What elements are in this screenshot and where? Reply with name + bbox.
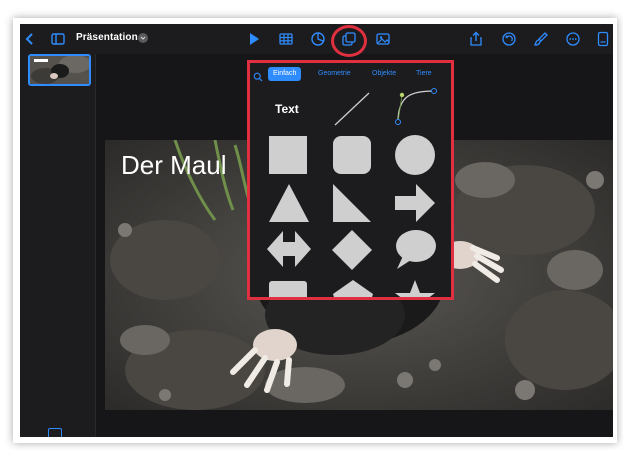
- toolbar: Präsentation: [20, 24, 613, 54]
- tab-einfach[interactable]: Einfach: [268, 67, 302, 81]
- chevron-left-icon[interactable]: [22, 31, 38, 47]
- media-icon[interactable]: [375, 31, 391, 47]
- search-icon[interactable]: [253, 69, 263, 82]
- shapes-button-highlight: [331, 25, 367, 57]
- slide-navigator: [20, 54, 96, 437]
- shape-square[interactable]: [268, 135, 308, 175]
- table-icon[interactable]: [278, 31, 294, 47]
- undo-icon[interactable]: [501, 31, 517, 47]
- shape-text-item[interactable]: Text: [275, 102, 299, 116]
- shape-line[interactable]: [332, 89, 372, 129]
- shape-double-arrow[interactable]: [266, 229, 312, 269]
- shape-pentagon[interactable]: [332, 277, 374, 297]
- shape-category-tabs: Einfach Geometrie Objekte Tiere: [250, 65, 451, 83]
- chart-icon[interactable]: [310, 31, 326, 47]
- shape-circle[interactable]: [394, 135, 436, 177]
- share-icon[interactable]: [468, 31, 484, 47]
- add-slide-button[interactable]: [48, 428, 62, 437]
- document-icon[interactable]: [595, 31, 611, 47]
- shape-rounded-square[interactable]: [332, 135, 372, 175]
- shape-curve[interactable]: [392, 85, 442, 127]
- chevron-down-icon[interactable]: [138, 33, 148, 43]
- play-icon[interactable]: [246, 31, 262, 47]
- document-title[interactable]: Präsentation: [76, 32, 138, 43]
- shape-diamond[interactable]: [331, 229, 373, 271]
- shape-speech-bubble[interactable]: [393, 229, 437, 271]
- shape-arrow[interactable]: [394, 183, 436, 223]
- shape-rectangle-callout[interactable]: [268, 277, 308, 297]
- shape-right-triangle[interactable]: [332, 183, 372, 223]
- sidebar-icon[interactable]: [50, 31, 66, 47]
- shape-library-popover: Einfach Geometrie Objekte Tiere Text: [247, 60, 454, 300]
- shape-star[interactable]: [394, 277, 436, 297]
- paintbrush-icon[interactable]: [533, 31, 549, 47]
- tab-geometrie[interactable]: Geometrie: [318, 67, 351, 81]
- slide-thumbnail[interactable]: [28, 54, 91, 86]
- slide-title[interactable]: Der Maul: [121, 150, 226, 181]
- shape-triangle[interactable]: [268, 183, 310, 223]
- tab-tiere[interactable]: Tiere: [416, 67, 432, 81]
- more-icon[interactable]: [565, 31, 581, 47]
- tab-objekte[interactable]: Objekte: [372, 67, 396, 81]
